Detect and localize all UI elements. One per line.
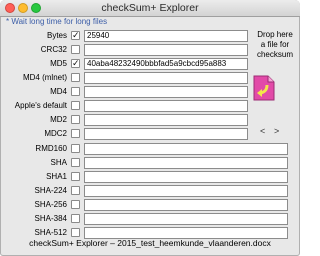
status-line: checkSum+ Explorer – 2015_test_heemkunde…	[29, 238, 271, 248]
md5-field[interactable]: 40aba48232490bbbfad5a9cbcd95a883	[84, 58, 248, 70]
document-drop-icon[interactable]	[253, 75, 275, 101]
row-label: SHA1	[46, 172, 67, 181]
drop-zone-line: a file for	[260, 40, 290, 49]
row-label: CRC32	[40, 45, 67, 54]
crc32-checkbox[interactable]	[71, 45, 80, 54]
mdc2-checkbox[interactable]	[71, 129, 80, 138]
md4-mlnet-checkbox[interactable]	[71, 73, 80, 82]
row-label: SHA	[50, 158, 67, 167]
drop-zone-line: checksum	[256, 50, 293, 59]
sha-224-checkbox[interactable]	[71, 186, 80, 195]
row-sha-224: SHA-224	[0, 185, 300, 197]
md5-checkbox[interactable]: ✓	[71, 59, 80, 68]
drop-zone-line: Drop here	[257, 30, 293, 39]
md4-mlnet-field[interactable]	[84, 72, 248, 84]
previous-button[interactable]: <	[260, 126, 265, 136]
row-sha: SHA	[0, 157, 300, 169]
sha-field[interactable]	[84, 157, 288, 169]
row-label: MD4 (mlnet)	[22, 73, 67, 82]
wait-note: * Wait long time for long files	[6, 17, 108, 26]
sha-checkbox[interactable]	[71, 158, 80, 167]
row-label: MD4	[50, 87, 67, 96]
row-label: MD2	[50, 115, 67, 124]
next-button[interactable]: >	[274, 126, 279, 136]
row-label: Bytes	[46, 31, 67, 40]
row-sha-256: SHA-256	[0, 199, 300, 211]
sha-224-field[interactable]	[84, 185, 288, 197]
sha-384-checkbox[interactable]	[71, 214, 80, 223]
bytes-field[interactable]: 25940	[84, 30, 248, 42]
row-sha-384: SHA-384	[0, 213, 300, 225]
row-label: Apple's default	[14, 101, 67, 110]
row-md2: MD2	[0, 114, 300, 126]
rmd160-field[interactable]	[84, 143, 288, 155]
bytes-checkbox[interactable]: ✓	[71, 31, 80, 40]
rmd160-checkbox[interactable]	[71, 144, 80, 153]
md4-field[interactable]	[84, 86, 248, 98]
title-bar[interactable]: checkSum+ Explorer	[0, 0, 300, 17]
sha-256-field[interactable]	[84, 199, 288, 211]
window-title: checkSum+ Explorer	[101, 2, 199, 14]
sha-256-checkbox[interactable]	[71, 200, 80, 209]
sha1-field[interactable]	[84, 171, 288, 183]
md4-checkbox[interactable]	[71, 87, 80, 96]
row-label: MDC2	[44, 129, 67, 138]
md2-checkbox[interactable]	[71, 115, 80, 124]
sha-384-field[interactable]	[84, 213, 288, 225]
row-mdc2: MDC2	[0, 128, 300, 140]
row-label: RMD160	[35, 144, 67, 153]
row-label: SHA-384	[34, 214, 67, 223]
row-label: SHA-256	[34, 200, 67, 209]
sha-512-checkbox[interactable]	[71, 228, 80, 237]
main-window: checkSum+ Explorer * Wait long time for …	[0, 0, 300, 256]
row-label: SHA-512	[34, 228, 67, 237]
row-sha1: SHA1	[0, 171, 300, 183]
sha1-checkbox[interactable]	[71, 172, 80, 181]
crc32-field[interactable]	[84, 44, 248, 56]
row-label: SHA-224	[34, 186, 67, 195]
drop-zone-text: Drop here a file for checksum	[252, 30, 298, 60]
row-apples-default: Apple's default	[0, 100, 300, 112]
apples-default-checkbox[interactable]	[71, 101, 80, 110]
apples-default-field[interactable]	[84, 100, 248, 112]
md2-field[interactable]	[84, 114, 248, 126]
mdc2-field[interactable]	[84, 128, 248, 140]
row-label: MD5	[50, 59, 67, 68]
row-rmd160: RMD160	[0, 143, 300, 155]
